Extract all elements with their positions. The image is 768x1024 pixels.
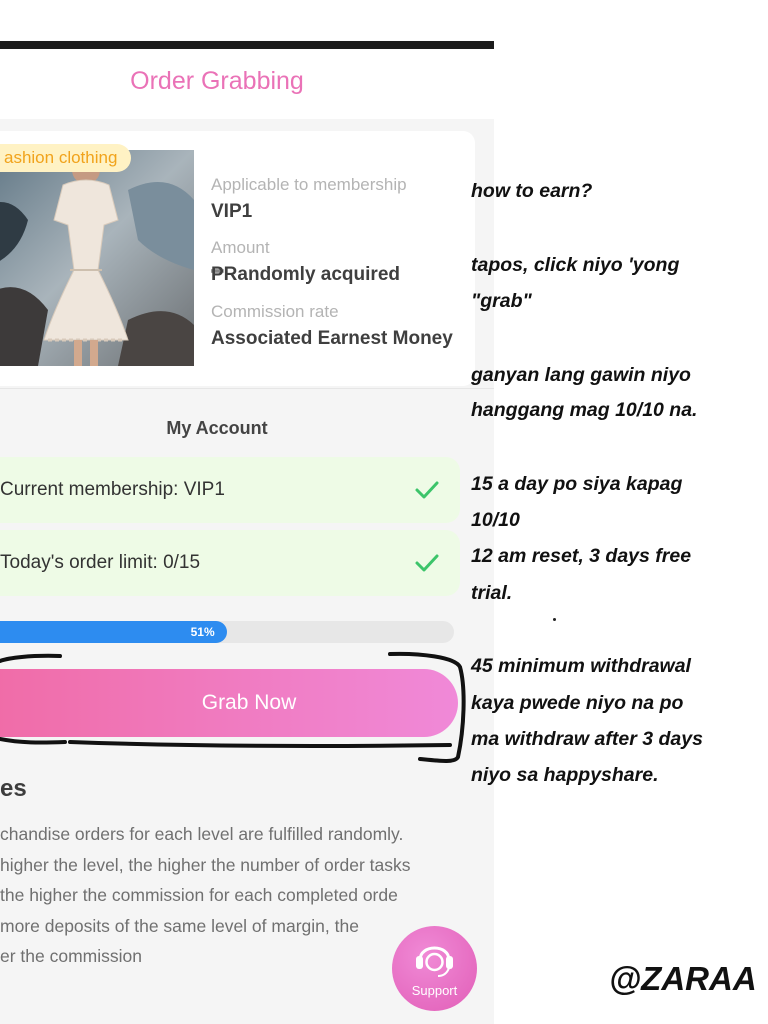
category-tag: ashion clothing (0, 144, 132, 172)
check-icon (415, 481, 439, 499)
annotation-line: 15 a day po siya kapag (471, 473, 683, 495)
page-title: Order Grabbing (130, 67, 304, 95)
section-divider (0, 388, 494, 389)
annotation-line: 10/10 (471, 509, 520, 531)
order-limit-row: Today's order limit: 0/15 (0, 530, 460, 596)
membership-label: Applicable to membership (211, 175, 407, 194)
grab-now-button[interactable]: Grab Now (0, 669, 458, 737)
progress-fill: 51% (0, 621, 227, 643)
annotation-line: hanggang mag 10/10 na. (471, 399, 698, 421)
annotation-line: ma withdraw after 3 days (471, 728, 703, 750)
support-label: Support (411, 983, 458, 998)
commission-value: Associated Earnest Money (211, 328, 453, 349)
account-title: My Account (166, 418, 268, 438)
annotation-line: "grab" (471, 290, 532, 312)
product-image (0, 150, 194, 366)
rule-line: higher the level, the higher the number … (0, 854, 411, 875)
rule-line: chandise orders for each level are fulfi… (0, 824, 404, 844)
annotation-line: 45 minimum withdrawal (471, 655, 691, 677)
top-black-bar (0, 41, 494, 49)
support-button[interactable]: Support (392, 926, 477, 1011)
membership-status-text: Current membership: VIP1 (0, 479, 225, 500)
stray-dot (553, 618, 556, 621)
app-header: Order Grabbing (0, 49, 494, 119)
annotation-line: trial. (471, 582, 513, 604)
amount-label: Amount (211, 238, 270, 257)
app-screen: Order Grabbing ashion clothing Applicabl… (0, 49, 494, 1024)
headset-icon (416, 946, 453, 977)
author-handle: @ZARAA (609, 960, 757, 997)
membership-status-row: Current membership: VIP1 (0, 457, 460, 523)
check-icon (415, 554, 439, 572)
amount-value: ₱Randomly acquired (211, 264, 400, 285)
membership-value: VIP1 (211, 201, 253, 222)
grab-now-label: Grab Now (201, 691, 297, 714)
commission-label: Commission rate (211, 302, 339, 321)
rule-line: the higher the commission for each compl… (0, 885, 398, 905)
annotation-line: niyo sa happyshare. (471, 764, 659, 786)
rules-title: es (0, 775, 27, 802)
annotation-line: tapos, click niyo 'yong (471, 254, 680, 276)
annotation-line: how to earn? (471, 180, 593, 202)
annotation-line: kaya pwede niyo na po (471, 692, 684, 714)
progress-bar: 51% (0, 621, 454, 643)
progress-label: 51% (190, 625, 215, 639)
annotation-line: ganyan lang gawin niyo (471, 364, 691, 386)
order-limit-text: Today's order limit: 0/15 (0, 552, 201, 573)
annotation-line: 12 am reset, 3 days free (471, 545, 692, 567)
